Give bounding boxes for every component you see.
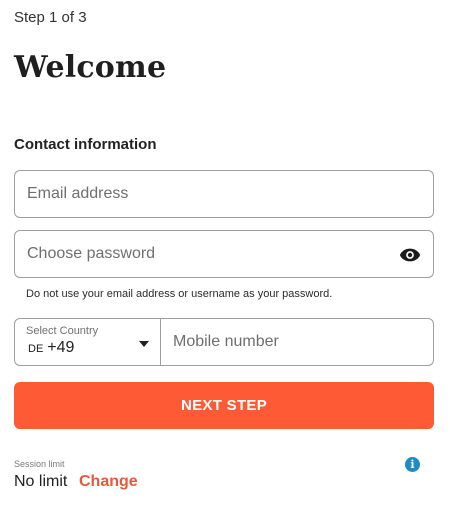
section-title: Contact information bbox=[14, 136, 157, 153]
chevron-down-icon[interactable] bbox=[139, 341, 149, 347]
country-select-label: Select Country bbox=[26, 325, 99, 337]
dial-code: +49 bbox=[47, 339, 75, 356]
country-select[interactable]: Select Country DE +49 bbox=[15, 319, 161, 365]
eye-icon[interactable] bbox=[399, 244, 421, 266]
country-selected-value: DE +49 bbox=[28, 339, 74, 357]
phone-field-group: Select Country DE +49 bbox=[14, 318, 434, 366]
next-step-button[interactable]: NEXT STEP bbox=[14, 382, 434, 429]
mobile-number-input[interactable] bbox=[161, 319, 433, 365]
session-limit-label: Session limit bbox=[14, 459, 65, 469]
change-session-limit-link[interactable]: Change bbox=[79, 473, 138, 491]
country-code: DE bbox=[28, 343, 44, 355]
password-field-container bbox=[14, 230, 434, 278]
password-hint: Do not use your email address or usernam… bbox=[26, 288, 333, 300]
email-field-container bbox=[14, 170, 434, 218]
email-input[interactable] bbox=[15, 171, 433, 217]
info-icon[interactable]: i bbox=[405, 457, 420, 472]
mobile-field-container bbox=[161, 319, 433, 365]
step-indicator: Step 1 of 3 bbox=[14, 9, 87, 26]
page-title: Welcome bbox=[14, 50, 167, 85]
session-limit-value: No limit bbox=[14, 473, 68, 490]
password-input[interactable] bbox=[15, 231, 433, 277]
